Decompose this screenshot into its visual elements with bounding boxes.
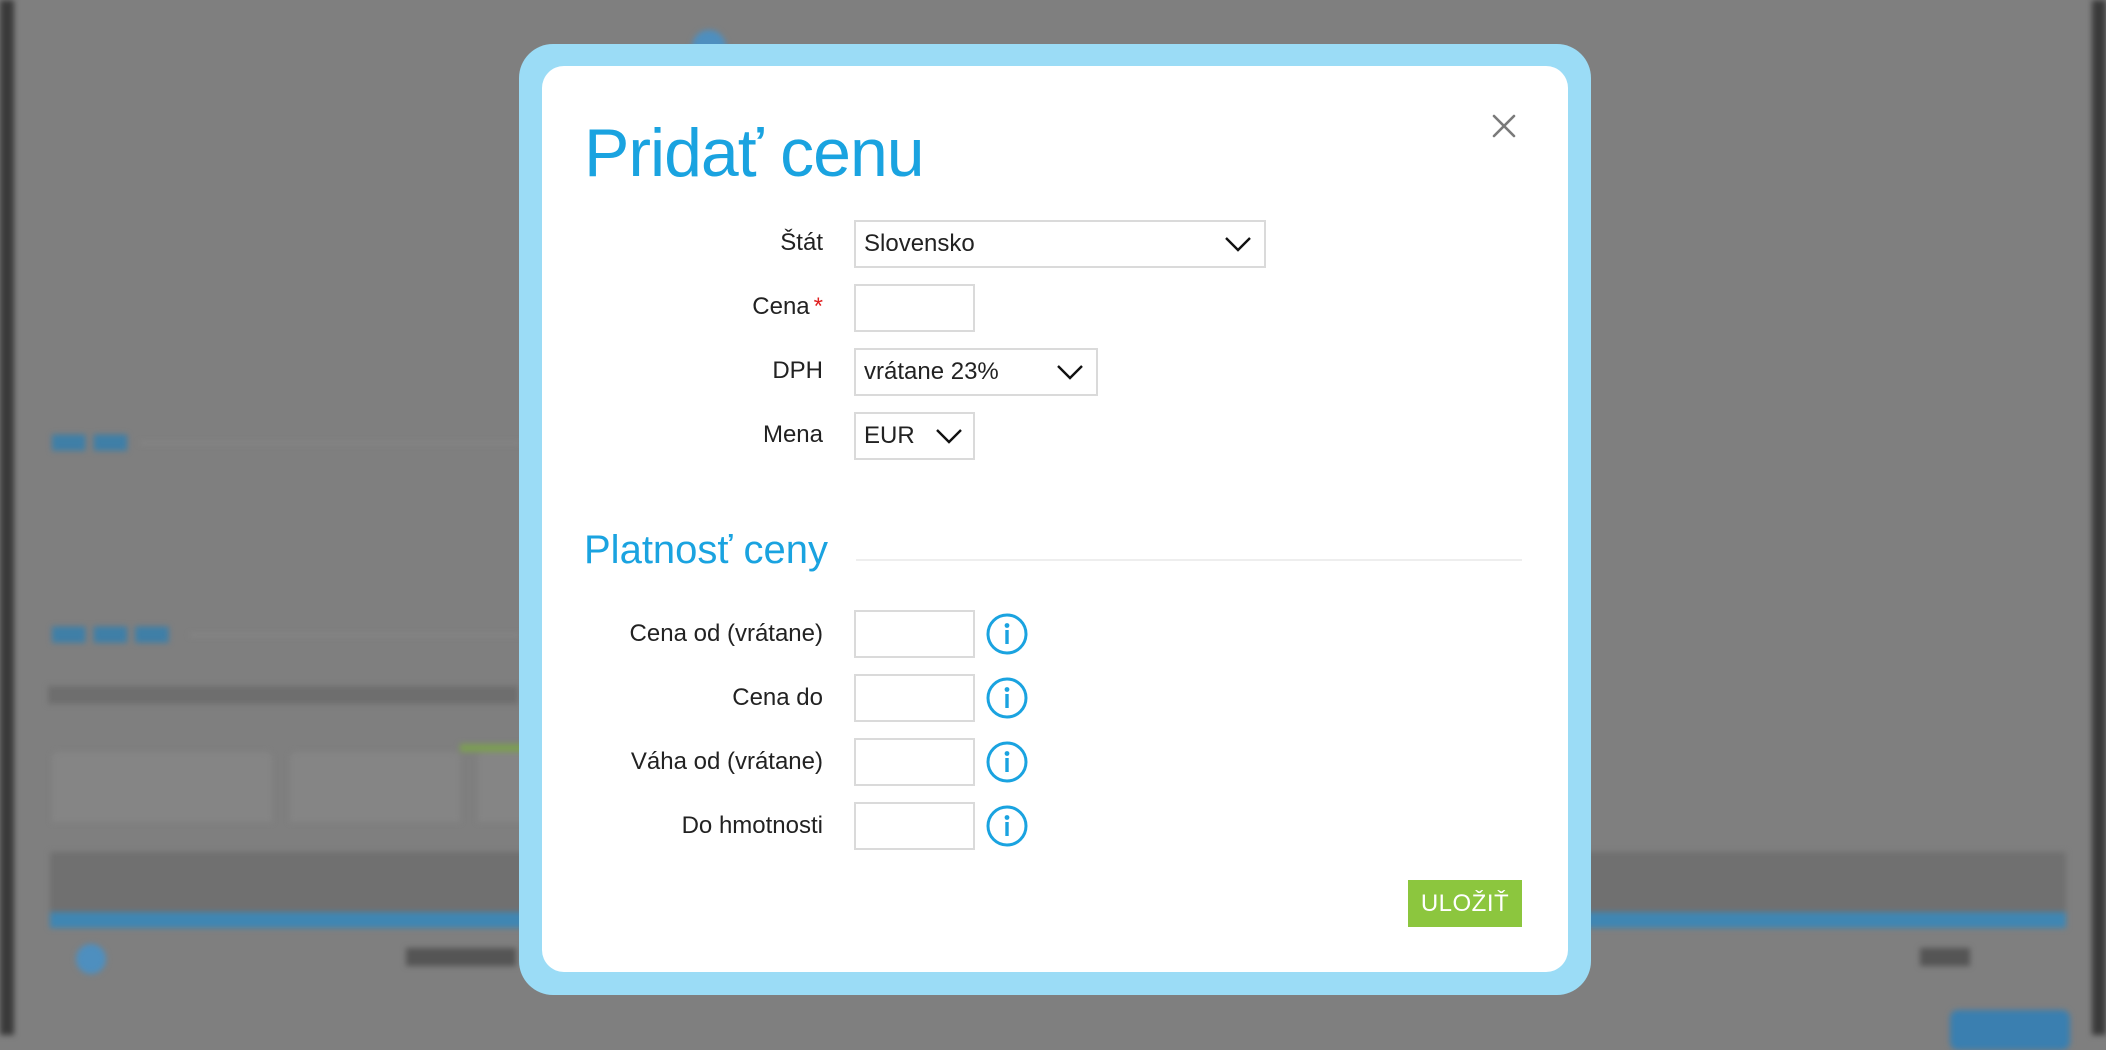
background-tab	[290, 752, 460, 822]
background-heading: ▬▬	[48, 414, 132, 465]
background-divider	[190, 634, 520, 636]
currency-select[interactable]: EUR	[854, 412, 975, 460]
background-edge-right	[2092, 0, 2106, 1035]
weight-from-label: Váha od (vrátane)	[630, 748, 823, 775]
price-input[interactable]	[854, 284, 975, 332]
chevron-down-icon	[936, 429, 962, 444]
price-from-label: Cena od (vrátane)	[629, 620, 823, 647]
close-button[interactable]	[1488, 110, 1520, 142]
info-icon[interactable]	[986, 613, 1028, 655]
weight-to-input[interactable]	[854, 802, 975, 850]
vat-label: DPH	[772, 357, 823, 384]
section-divider	[856, 559, 1522, 561]
country-label: Štát	[780, 229, 823, 256]
background-divider	[140, 442, 520, 444]
currency-label: Mena	[762, 421, 823, 448]
price-to-input[interactable]	[854, 674, 975, 722]
vat-value: vrátane 23%	[864, 358, 999, 385]
background-row-value	[1920, 948, 1970, 966]
weight-to-label: Do hmotnosti	[681, 812, 823, 839]
validity-section-title: Platnosť ceny	[584, 528, 829, 572]
info-icon[interactable]	[986, 805, 1028, 847]
chevron-down-icon	[1057, 365, 1083, 380]
background-text	[48, 686, 518, 704]
price-from-input[interactable]	[854, 610, 975, 658]
modal-title: Pridať cenu	[584, 115, 925, 191]
background-heading: ▬▬▬	[48, 606, 173, 657]
info-icon[interactable]	[986, 677, 1028, 719]
price-label-text: Cena	[752, 293, 810, 320]
price-to-label: Cena do	[732, 684, 823, 711]
background-row-value	[406, 948, 516, 966]
chevron-down-icon	[1225, 237, 1251, 252]
currency-value: EUR	[864, 422, 915, 449]
country-value: Slovensko	[864, 230, 975, 257]
vat-select[interactable]: vrátane 23%	[854, 348, 1098, 396]
background-edge-left	[0, 0, 14, 1035]
info-icon[interactable]	[986, 741, 1028, 783]
country-select[interactable]: Slovensko	[854, 220, 1266, 268]
price-label: Cena *	[752, 293, 823, 321]
background-tab	[52, 752, 272, 822]
weight-from-input[interactable]	[854, 738, 975, 786]
close-icon	[1492, 114, 1516, 138]
background-row-icon	[76, 944, 106, 974]
background-button	[1950, 1010, 2070, 1050]
required-marker: *	[813, 293, 823, 320]
save-button[interactable]: ULOŽIŤ	[1408, 880, 1522, 927]
